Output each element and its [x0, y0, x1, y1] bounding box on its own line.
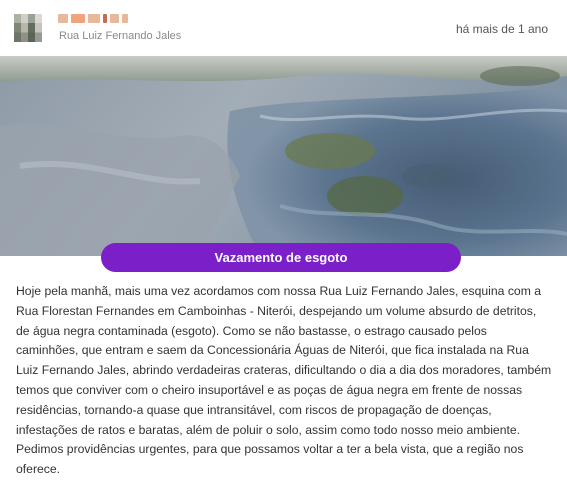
avatar[interactable]: [14, 14, 42, 42]
post-description: Hoje pela manhã, mais uma vez acordamos …: [16, 284, 552, 477]
sewage-street-photo: [0, 56, 567, 256]
category-badge[interactable]: Vazamento de esgoto: [101, 243, 461, 272]
post-timestamp: há mais de 1 ano: [455, 22, 548, 36]
user-name-blurred: [58, 12, 136, 24]
post-header: Rua Luiz Fernando Jales há mais de 1 ano: [0, 0, 567, 56]
post-photo[interactable]: [0, 56, 567, 256]
post-address: Rua Luiz Fernando Jales: [59, 30, 182, 42]
